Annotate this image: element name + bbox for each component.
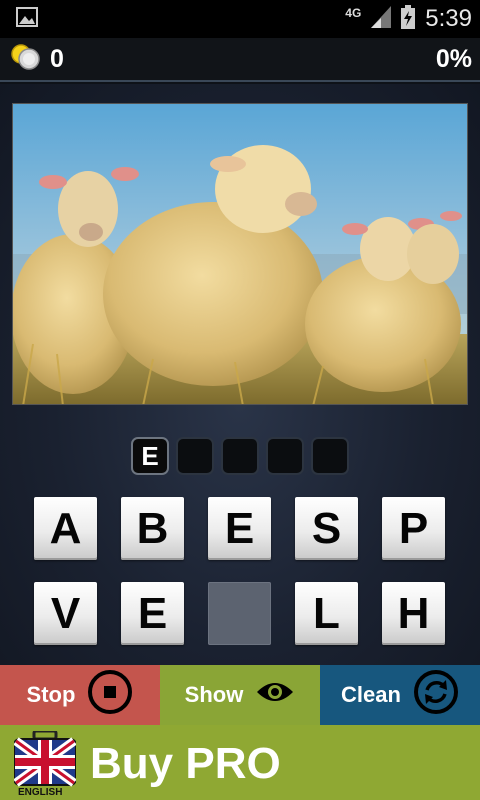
battery-charging-icon xyxy=(401,4,416,34)
letter-tile[interactable]: A xyxy=(34,497,97,560)
action-bar: Stop Show Clean xyxy=(0,665,480,725)
answer-slot[interactable] xyxy=(311,437,349,475)
letter-tile[interactable]: B xyxy=(121,497,184,560)
coin-count: 0 xyxy=(50,44,64,73)
buy-pro-banner[interactable]: ENGLISH Buy PRO xyxy=(0,725,480,800)
clean-button[interactable]: Clean xyxy=(320,665,480,725)
status-bar: 4G 5:39 xyxy=(0,0,480,38)
score-bar: 0 0% xyxy=(0,38,480,82)
answer-slot[interactable] xyxy=(266,437,304,475)
clean-button-label: Clean xyxy=(341,682,401,707)
gallery-notification-icon xyxy=(16,6,38,33)
progress-percent: 0% xyxy=(435,44,472,73)
language-label: ENGLISH xyxy=(18,787,63,798)
eye-icon xyxy=(255,679,295,711)
answer-slot[interactable]: E xyxy=(131,437,169,475)
answer-slot[interactable] xyxy=(221,437,259,475)
stop-icon xyxy=(87,669,133,721)
puzzle-image xyxy=(12,103,468,405)
stop-button[interactable]: Stop xyxy=(0,665,160,725)
show-button-label: Show xyxy=(184,682,244,707)
letter-tile[interactable]: L xyxy=(295,582,358,645)
stop-button-label: Stop xyxy=(26,682,76,707)
answer-slots: E xyxy=(0,437,480,475)
show-button[interactable]: Show xyxy=(160,665,320,725)
refresh-icon xyxy=(413,669,459,721)
network-type: 4G xyxy=(345,6,362,20)
coin-counter[interactable]: 0 xyxy=(10,43,64,76)
signal-icon xyxy=(371,5,392,33)
used-letter-tile xyxy=(208,582,271,645)
letter-tile[interactable]: V xyxy=(34,582,97,645)
clock: 5:39 xyxy=(425,5,472,32)
answer-slot[interactable] xyxy=(176,437,214,475)
coins-icon xyxy=(10,43,42,76)
letter-tile[interactable]: H xyxy=(382,582,445,645)
language-selector[interactable]: ENGLISH xyxy=(13,729,77,798)
letter-tile[interactable]: E xyxy=(208,497,271,560)
buy-pro-label: Buy PRO xyxy=(90,739,281,788)
letter-tile[interactable]: E xyxy=(121,582,184,645)
game-area: E A B E S P V E L H xyxy=(0,84,480,665)
letter-tile[interactable]: P xyxy=(382,497,445,560)
letter-grid: A B E S P V E L H xyxy=(34,497,446,645)
letter-tile[interactable]: S xyxy=(295,497,358,560)
